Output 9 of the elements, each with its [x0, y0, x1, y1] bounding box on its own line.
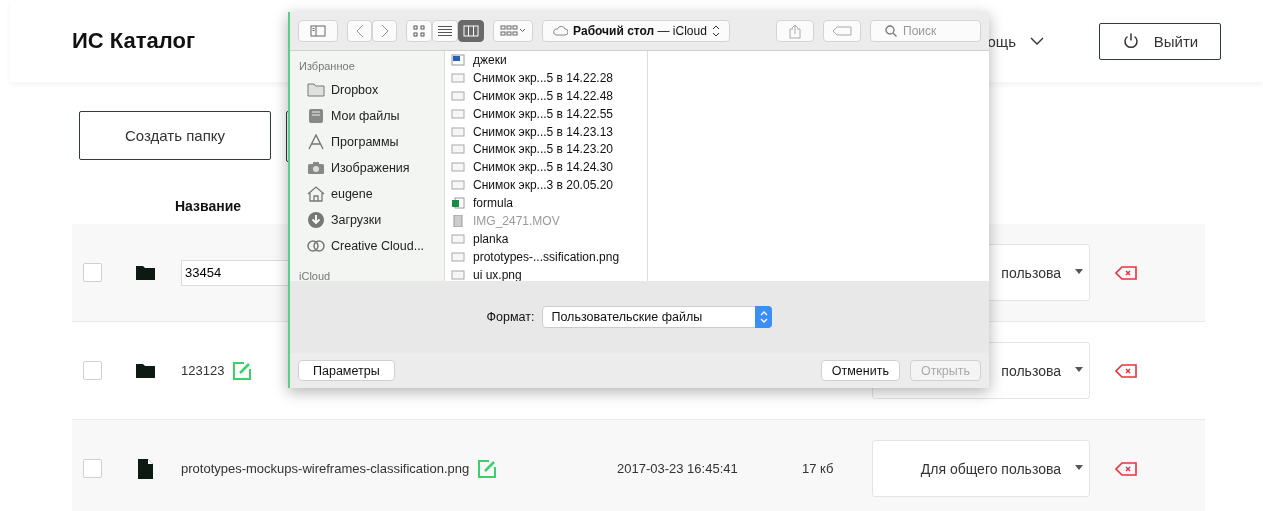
date-cell-text: 2017-03-23 16:45:41 — [617, 461, 739, 476]
size-cell-text: 17 кб — [802, 461, 835, 476]
file-name: prototypes-mockups-wireframes-classification.png — [181, 461, 470, 476]
column-header: Название — [175, 198, 242, 214]
file-name: 123123 — [181, 363, 225, 378]
app-title: ИС Каталог — [72, 28, 196, 54]
format-label: Формат: — [486, 310, 535, 324]
sidebar-heading: iCloud — [298, 269, 332, 284]
sidebar-heading: Избранное — [298, 59, 356, 74]
